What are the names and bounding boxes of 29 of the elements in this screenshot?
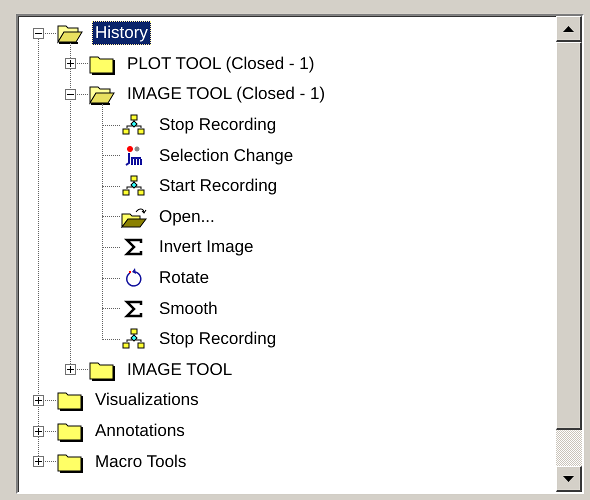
tree-item-label[interactable]: Macro Tools xyxy=(92,450,190,474)
tree-item-label[interactable]: Stop Recording xyxy=(156,113,280,138)
tree-item-label[interactable]: Smooth xyxy=(156,296,221,321)
tree-item-label[interactable]: Rotate xyxy=(156,266,212,290)
folder-arrow-icon xyxy=(120,206,148,228)
collapse-button[interactable] xyxy=(33,28,44,39)
tree-item-label[interactable]: IMAGE TOOL (Closed - 1) xyxy=(124,82,328,106)
expand-button[interactable] xyxy=(33,456,44,468)
scroll-down-button[interactable] xyxy=(556,466,582,492)
collapse-button[interactable] xyxy=(65,88,76,100)
expand-button[interactable] xyxy=(65,364,76,376)
tree-item-label[interactable]: Visualizations xyxy=(92,388,202,412)
tree-item-label[interactable]: Invert Image xyxy=(156,235,256,260)
tree-item-label[interactable]: Open... xyxy=(156,204,218,229)
up-arrow-icon xyxy=(563,26,574,32)
scroll-up-button[interactable] xyxy=(556,16,582,42)
expand-button[interactable] xyxy=(33,426,44,437)
tree-item-label[interactable]: Annotations xyxy=(92,419,188,444)
tree-item-label[interactable]: Start Recording xyxy=(156,174,280,198)
vertical-scrollbar[interactable] xyxy=(556,16,582,492)
tree-item-label[interactable]: IMAGE TOOL xyxy=(124,358,236,382)
tree-item-label[interactable]: History xyxy=(92,21,151,46)
down-arrow-icon xyxy=(563,476,574,482)
expand-button[interactable] xyxy=(65,58,76,70)
tree-item-label[interactable]: Selection Change xyxy=(156,144,296,168)
scrollbar-thumb[interactable] xyxy=(556,42,582,430)
tree-item-label[interactable]: Stop Recording xyxy=(156,327,280,352)
tree-item-label[interactable]: PLOT TOOL (Closed - 1) xyxy=(124,52,318,76)
expand-button[interactable] xyxy=(33,394,44,406)
